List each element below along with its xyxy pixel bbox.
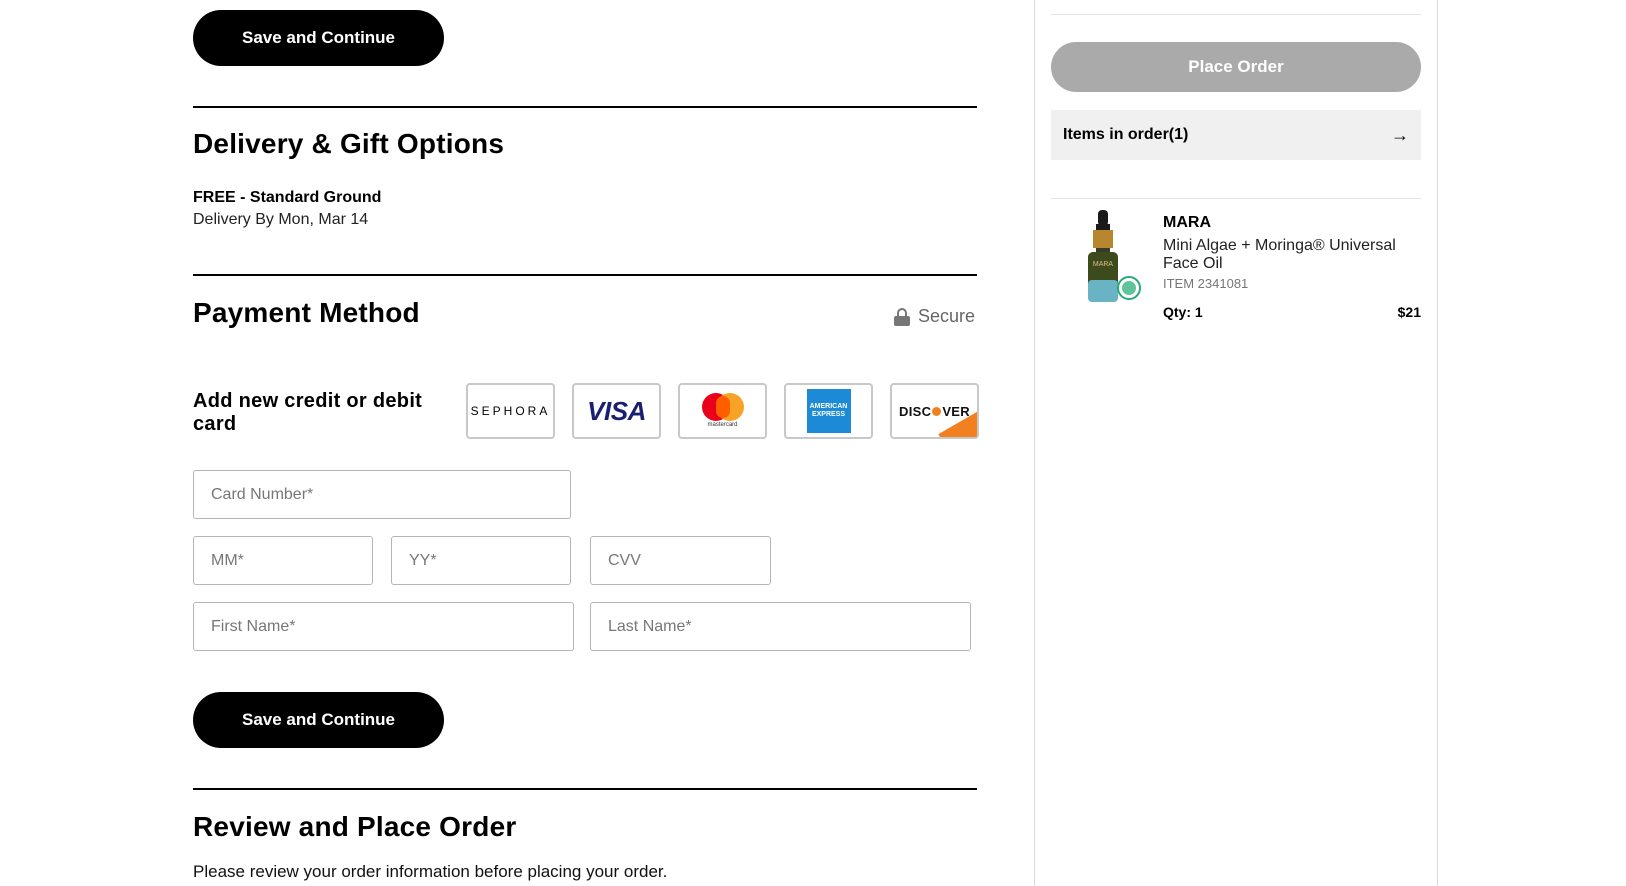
add-card-label: Add new credit or debit card	[193, 390, 423, 435]
visa-card-icon[interactable]: VISA	[572, 383, 661, 439]
mastercard-card-icon[interactable]: mastercard	[678, 383, 767, 439]
payment-heading: Payment Method	[193, 297, 420, 328]
visa-card-label: VISA	[587, 395, 646, 426]
product-image-label: MARA	[1093, 261, 1114, 268]
review-heading: Review and Place Order	[193, 811, 517, 842]
sidebar-divider	[1051, 198, 1421, 199]
section-divider	[193, 106, 977, 108]
save-and-continue-button-top[interactable]: Save and Continue	[193, 10, 444, 66]
place-order-button[interactable]: Place Order	[1051, 42, 1421, 92]
delivery-method: FREE - Standard Ground	[193, 189, 382, 206]
column-divider	[1034, 0, 1035, 886]
expiry-year-input[interactable]	[391, 536, 571, 585]
section-divider	[193, 788, 977, 790]
product-name[interactable]: Mini Algae + Moringa® Universal Face Oil	[1163, 237, 1413, 273]
section-divider	[193, 274, 977, 276]
last-name-input[interactable]	[590, 602, 971, 651]
sephora-card-icon[interactable]: SEPHORA	[466, 383, 555, 439]
delivery-eta: Delivery By Mon, Mar 14	[193, 211, 369, 228]
mastercard-label: mastercard	[707, 422, 738, 428]
secure-indicator: Secure	[893, 306, 975, 327]
items-in-order-toggle[interactable]: Items in order(1) →	[1051, 110, 1421, 160]
discover-card-icon[interactable]: DISC VER	[890, 383, 979, 439]
items-in-order-label: Items in order(1)	[1063, 126, 1189, 143]
discover-card-label: DISC VER	[899, 403, 970, 419]
cvv-input[interactable]	[590, 536, 771, 585]
product-image: MARA	[1088, 210, 1141, 302]
card-number-input[interactable]	[193, 470, 571, 519]
amex-card-label: AMERICAN EXPRESS	[806, 389, 851, 433]
arrow-right-icon: →	[1391, 124, 1409, 145]
delivery-heading: Delivery & Gift Options	[193, 128, 505, 159]
product-brand: MARA	[1163, 214, 1211, 231]
mastercard-logo-icon: mastercard	[698, 393, 748, 429]
secure-label: Secure	[917, 306, 975, 326]
amex-card-icon[interactable]: AMERICAN EXPRESS	[784, 383, 873, 439]
card-brand-list: SEPHORA VISA mastercard AMERICAN EXPRESS…	[466, 383, 979, 439]
save-and-continue-button[interactable]: Save and Continue	[193, 692, 444, 748]
product-price: $21	[1397, 304, 1421, 320]
sidebar-divider	[1051, 14, 1421, 15]
sephora-card-label: SEPHORA	[470, 404, 551, 418]
column-divider-right	[1437, 0, 1438, 886]
lock-icon	[893, 307, 910, 326]
product-item-number: ITEM 2341081	[1163, 276, 1249, 291]
review-text: Please review your order information bef…	[193, 862, 668, 881]
first-name-input[interactable]	[193, 602, 574, 651]
product-quantity: Qty: 1	[1163, 304, 1203, 320]
expiry-month-input[interactable]	[193, 536, 373, 585]
